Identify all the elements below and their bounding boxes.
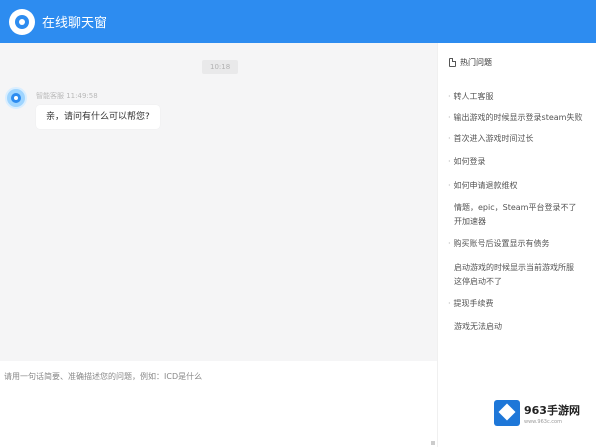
faq-item-label: 如何登录 <box>453 157 486 166</box>
bullet-icon: · <box>448 134 451 143</box>
chat-logo-icon <box>9 8 35 35</box>
faq-item[interactable]: · 转人工客服 <box>448 90 593 104</box>
faq-item[interactable]: · 购买账号后设置显示有债务 <box>448 237 593 251</box>
watermark-text: 963手游网 www.963c.com <box>524 402 580 425</box>
message-input-area <box>0 361 437 447</box>
faq-item-label: 情题，epic，Steam平台登录不了开加速器 <box>454 203 577 226</box>
watermark-url: www.963c.com <box>524 418 562 425</box>
faq-item[interactable]: · 输出游戏的时候显示登录steam失败 <box>448 111 593 125</box>
bullet-icon: · <box>448 92 451 101</box>
faq-item[interactable]: · 首次进入游戏时间过长 <box>448 132 593 146</box>
bullet-icon: · <box>448 113 451 122</box>
agent-avatar-icon <box>5 87 27 109</box>
faq-item[interactable]: · 如何申请退款维权 <box>448 179 593 193</box>
bullet-icon: · <box>448 181 451 190</box>
faq-item-label: 游戏无法启动 <box>454 322 502 331</box>
faq-item[interactable]: · 如何登录 <box>448 155 593 169</box>
faq-item-label: 购买账号后设置显示有债务 <box>453 239 550 248</box>
faq-item-label: 如何申请退款维权 <box>453 181 518 190</box>
bullet-icon: · <box>448 299 451 308</box>
hot-questions-label: 热门问题 <box>460 58 492 67</box>
window-title: 在线聊天窗 <box>42 16 108 31</box>
bullet-icon: · <box>448 157 451 166</box>
faq-item[interactable]: 启动游戏的时候显示当前游戏所服这停启动不了 <box>448 261 578 289</box>
message-sender: 智能客服 11:49:58 <box>36 92 98 100</box>
faq-item[interactable]: 情题，epic，Steam平台登录不了开加速器 <box>448 201 578 229</box>
document-icon <box>449 58 456 67</box>
hot-questions-panel: 热门问题 · 转人工客服 · 输出游戏的时候显示登录steam失败 · 首次进入… <box>437 43 596 447</box>
watermark-brand: 963手游网 <box>524 403 580 417</box>
site-watermark: 963手游网 www.963c.com <box>492 396 592 430</box>
message-bubble: 亲，请问有什么可以帮您? <box>36 105 160 129</box>
faq-item-label: 启动游戏的时候显示当前游戏所服这停启动不了 <box>454 263 574 286</box>
chat-panel: 10:18 智能客服 11:49:58 亲，请问有什么可以帮您? <box>0 43 437 361</box>
cube-logo-icon <box>494 400 520 426</box>
faq-item[interactable]: · 提现手续费 <box>448 297 593 311</box>
faq-item-label: 转人工客服 <box>453 92 494 101</box>
hot-questions-title: 热门问题 <box>449 57 492 68</box>
bullet-icon: · <box>448 239 451 248</box>
faq-item-label: 提现手续费 <box>453 299 494 308</box>
message-input[interactable] <box>4 371 429 441</box>
resize-handle-icon[interactable] <box>431 441 435 445</box>
faq-item-label: 首次进入游戏时间过长 <box>453 134 534 143</box>
time-chip: 10:18 <box>202 60 239 74</box>
header-bar: 在线聊天窗 <box>0 0 596 43</box>
faq-item[interactable]: 游戏无法启动 <box>448 320 593 334</box>
faq-item-label: 输出游戏的时候显示登录steam失败 <box>453 113 583 122</box>
